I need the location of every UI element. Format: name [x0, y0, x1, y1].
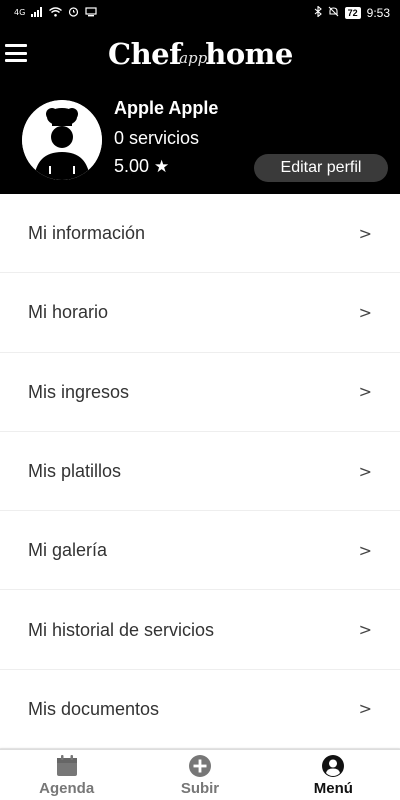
clock: 9:53 [366, 6, 390, 20]
brand-script: app [179, 49, 208, 67]
chevron-right-icon: > [358, 620, 372, 640]
menu-item-label: Mis ingresos [28, 381, 130, 402]
nav-tab-menu[interactable]: Menú [267, 750, 400, 800]
menu-item-label: Mi horario [28, 302, 109, 323]
menu-item-mis-platillos[interactable]: Mis platillos > [0, 431, 400, 512]
menu-item-label: Mi galería [28, 540, 108, 561]
cast-icon [85, 6, 97, 20]
nav-tab-subir[interactable]: Subir [133, 750, 266, 800]
menu-item-mis-documentos[interactable]: Mis documentos > [0, 669, 400, 750]
nav-label-menu: Menú [313, 779, 353, 797]
menu-item-label: Mis documentos [28, 698, 160, 719]
wifi-icon [49, 6, 63, 20]
nav-label-subir: Subir [180, 779, 220, 797]
profile-section: Apple Apple 0 servicios 5.00 ★ Editar pe… [0, 82, 400, 194]
bottom-navigation: Agenda Subir Menú [0, 749, 400, 800]
brand-word-left: Chef [108, 37, 182, 71]
calendar-icon [55, 754, 79, 778]
bluetooth-icon [314, 5, 322, 20]
nav-tab-agenda[interactable]: Agenda [0, 750, 133, 800]
menu-item-label: Mi historial de servicios [28, 619, 215, 640]
plus-circle-icon [188, 754, 212, 778]
network-type-icon: 4G [14, 8, 26, 17]
brand-word-right: home [205, 37, 293, 71]
profile-name: Apple Apple [114, 98, 219, 118]
menu-item-label: Mis platillos [28, 461, 122, 482]
mute-icon [328, 6, 339, 20]
status-icons-left: 4G [14, 6, 97, 20]
battery-indicator: 72 [344, 7, 361, 19]
chevron-right-icon: > [358, 223, 372, 243]
menu-item-mi-informacion[interactable]: Mi información > [0, 194, 400, 274]
user-circle-icon [321, 754, 345, 778]
brand-logo: Chef app home [108, 34, 293, 74]
chevron-right-icon: > [358, 382, 372, 402]
alarm-icon [68, 6, 79, 20]
menu-item-mi-horario[interactable]: Mi horario > [0, 273, 400, 353]
rating: 5.00 ★ [114, 156, 169, 177]
chevron-right-icon: > [358, 699, 372, 719]
star-icon: ★ [154, 156, 170, 177]
services-count: 0 servicios [114, 128, 200, 148]
edit-profile-button[interactable]: Editar perfil [254, 154, 388, 182]
app-header: Chef app home [0, 26, 400, 82]
menu-item-mi-historial-de-servicios[interactable]: Mi historial de servicios > [0, 590, 400, 670]
status-bar: 4G 72 9:53 [0, 0, 400, 26]
rating-value: 5.00 [114, 156, 150, 176]
chef-icon [22, 100, 102, 180]
menu-item-mis-ingresos[interactable]: Mis ingresos > [0, 352, 400, 432]
chevron-right-icon: > [358, 302, 372, 322]
chef-avatar [22, 100, 102, 180]
chevron-right-icon: > [358, 461, 372, 481]
chevron-right-icon: > [358, 540, 372, 560]
signal-icon [31, 6, 43, 20]
menu-item-label: Mi información [28, 223, 146, 244]
hamburger-menu-icon[interactable] [5, 44, 27, 62]
menu-list: Mi información > Mi horario > Mis ingres… [0, 194, 400, 750]
status-icons-right: 72 9:53 [314, 5, 390, 20]
menu-item-mi-galeria[interactable]: Mi galería > [0, 511, 400, 591]
nav-label-agenda: Agenda [39, 779, 95, 797]
